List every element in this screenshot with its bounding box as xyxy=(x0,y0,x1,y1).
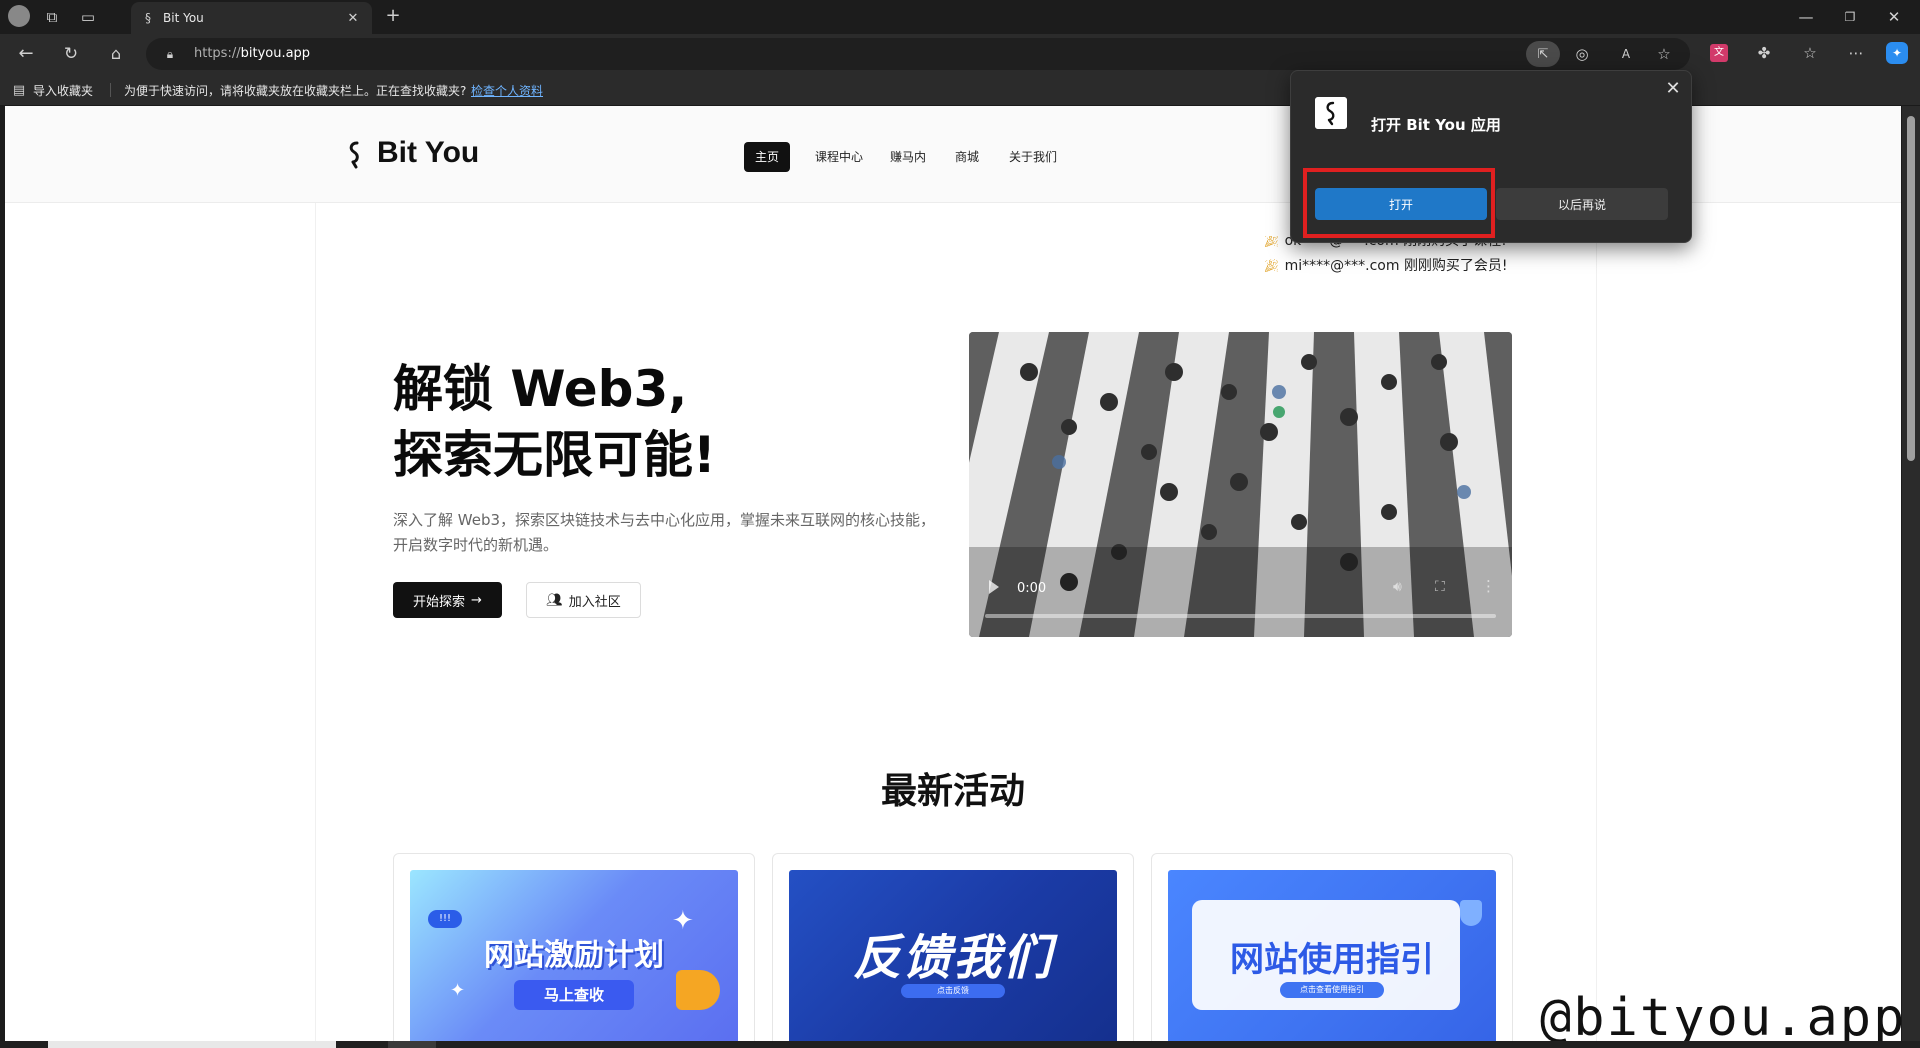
check-profile-link[interactable]: 检查个人资料 xyxy=(471,82,543,99)
video-time: 0:00 xyxy=(1017,581,1047,596)
guide-banner[interactable]: 网站使用指引 点击查看使用指引 xyxy=(1168,870,1496,1041)
back-icon[interactable]: ← xyxy=(16,44,36,64)
chat-bubble-icon: !!! xyxy=(428,910,462,928)
users-icon: 👥︎ xyxy=(546,592,563,608)
lock-icon[interactable]: 🔒︎ xyxy=(162,46,178,62)
nav-courses[interactable]: 课程中心 xyxy=(804,142,874,172)
favorites-hint: 为便于快速访问，请将收藏夹放在收藏夹栏上。正在查找收藏夹? xyxy=(124,84,467,98)
vertical-tabs-icon[interactable]: ▭ xyxy=(78,7,98,27)
start-explore-button[interactable]: 开始探索 → xyxy=(393,582,502,618)
tab-bar: ⧉ ▭ § Bit You ✕ + — ❐ ✕ xyxy=(0,0,1920,34)
favorites-icon[interactable]: ☆ xyxy=(1800,43,1820,63)
card-title: 反馈我们 xyxy=(852,930,1053,986)
web-page: Bit You 主页 课程中心 赚马内 商城 关于我们 🎉︎ ok****@**… xyxy=(5,106,1901,1041)
new-tab-icon[interactable]: + xyxy=(383,6,403,26)
card-title: 网站使用指引 xyxy=(1230,940,1434,980)
party-popper-icon: 🎉︎ xyxy=(1263,259,1280,274)
ticker-text: mi****@***.com 刚刚购买了会员! xyxy=(1284,258,1508,274)
close-tab-icon[interactable]: ✕ xyxy=(345,10,361,26)
page-scrollbar[interactable] xyxy=(1902,106,1920,1041)
open-app-button[interactable]: 打开 xyxy=(1315,188,1487,220)
home-icon[interactable]: ⌂ xyxy=(106,44,126,64)
video-more-icon[interactable]: ⋮ xyxy=(1481,577,1496,595)
incentive-banner[interactable]: !!! 网站激励计划 马上查收 ✦ ✦ xyxy=(410,870,738,1041)
volume-icon[interactable]: 🔊︎ xyxy=(1393,579,1402,595)
card-cta: 马上查收 xyxy=(514,980,634,1010)
url-text[interactable]: https://bityou.app xyxy=(194,46,310,61)
crosswalk-video-frame xyxy=(969,332,1512,637)
activity-card[interactable]: 网站使用指引 点击查看使用指引 xyxy=(1151,853,1513,1041)
activity-card[interactable]: 反馈我们 点击反馈 xyxy=(772,853,1134,1041)
video-progress-bar[interactable] xyxy=(985,614,1496,618)
read-aloud-icon[interactable]: A xyxy=(1616,44,1636,64)
url-host: bityou.app xyxy=(240,46,311,61)
join-community-label: 加入社区 xyxy=(568,594,621,610)
scrollbar-thumb[interactable] xyxy=(1907,116,1915,461)
address-bar[interactable]: 🔒︎ https://bityou.app ⇱ ◎ A ☆ xyxy=(146,38,1690,70)
taskbar-item[interactable] xyxy=(388,1041,436,1048)
edge-sidebar-icon[interactable]: ◎ xyxy=(1572,44,1592,64)
restore-icon[interactable]: ❐ xyxy=(1840,7,1860,27)
shield-icon xyxy=(1460,900,1482,926)
close-window-icon[interactable]: ✕ xyxy=(1884,7,1904,27)
card-cta-label: 马上查收 xyxy=(543,986,604,1004)
arrow-right-icon: → xyxy=(471,592,482,608)
later-button[interactable]: 以后再说 xyxy=(1496,188,1668,220)
extensions-icon[interactable]: ✤ xyxy=(1754,43,1774,63)
card-title: 网站激励计划 xyxy=(484,938,664,973)
hero-video[interactable]: 0:00 🔊︎ ⛶ ⋮ xyxy=(969,332,1512,637)
hero-title-line1: 解锁 Web3, xyxy=(393,360,688,418)
hero-description: 深入了解 Web3，探索区块链技术与去中心化应用，掌握未来互联网的核心技能，开启… xyxy=(393,511,936,554)
section-title: 最新活动 xyxy=(880,771,1025,812)
card-cta-label: 点击查看使用指引 xyxy=(1300,985,1364,994)
ticker-item: 🎉︎ mi****@***.com 刚刚购买了会员! xyxy=(1263,255,1508,275)
refresh-icon[interactable]: ↻ xyxy=(61,44,81,64)
taskbar-item[interactable] xyxy=(48,1041,336,1048)
sparkle-icon: ✦ xyxy=(450,980,466,1001)
tab-bit-you[interactable]: § Bit You ✕ xyxy=(131,2,372,34)
nav-about[interactable]: 关于我们 xyxy=(998,142,1068,172)
fullscreen-icon[interactable]: ⛶ xyxy=(1435,579,1445,595)
card-cta: 点击查看使用指引 xyxy=(1280,982,1384,998)
party-popper-icon: 🎉︎ xyxy=(1263,236,1280,249)
minimize-icon[interactable]: — xyxy=(1796,7,1816,27)
site-favicon-icon: § xyxy=(145,11,151,25)
watermark: @bityou.app xyxy=(1540,988,1907,1048)
activity-card[interactable]: !!! 网站激励计划 马上查收 ✦ ✦ xyxy=(393,853,755,1041)
copilot-icon[interactable]: ✦ xyxy=(1886,42,1908,64)
taskbar xyxy=(0,1041,1920,1048)
navigation-bar: ← ↻ ⌂ 🔒︎ https://bityou.app ⇱ ◎ A ☆ 文 ✤ … xyxy=(0,34,1920,74)
nav-shop[interactable]: 商城 xyxy=(944,142,990,172)
profile-avatar-icon[interactable] xyxy=(8,5,30,27)
more-menu-icon[interactable]: ⋯ xyxy=(1846,43,1866,63)
tab-title: Bit You xyxy=(163,11,204,25)
import-favorites-button[interactable]: 导入收藏夹 xyxy=(33,82,93,99)
logo-text[interactable]: Bit You xyxy=(377,136,479,170)
play-icon[interactable] xyxy=(989,580,999,594)
join-community-button[interactable]: 👥︎ 加入社区 xyxy=(526,582,641,618)
hero-title-line2: 探索无限可能! xyxy=(393,426,716,484)
logo-icon[interactable] xyxy=(342,140,368,170)
sparkle-icon: ✦ xyxy=(672,906,694,936)
open-app-dialog: 打开 Bit You 应用 ✕ 打开 以后再说 xyxy=(1290,70,1692,243)
card-cta: 点击反馈 xyxy=(901,984,1005,998)
nav-home[interactable]: 主页 xyxy=(744,142,791,172)
translate-extension-icon[interactable]: 文 xyxy=(1710,44,1728,62)
import-favorites-icon: ▤ xyxy=(12,82,26,98)
megaphone-icon xyxy=(676,970,720,1010)
url-prefix: https:// xyxy=(194,46,241,61)
start-explore-label: 开始探索 xyxy=(413,594,466,610)
collections-icon[interactable]: ⧉ xyxy=(42,7,62,27)
app-logo-icon xyxy=(1315,97,1347,129)
add-favorite-icon[interactable]: ☆ xyxy=(1654,44,1674,64)
open-in-app-icon[interactable]: ⇱ xyxy=(1526,41,1560,67)
favorites-divider xyxy=(110,83,111,97)
dialog-title: 打开 Bit You 应用 xyxy=(1371,116,1501,134)
hero-title: 解锁 Web3, 探索无限可能! xyxy=(393,356,716,488)
nav-earn[interactable]: 赚马内 xyxy=(879,142,937,172)
card-cta-label: 点击反馈 xyxy=(937,986,969,995)
close-icon[interactable]: ✕ xyxy=(1661,77,1685,101)
feedback-banner[interactable]: 反馈我们 点击反馈 xyxy=(789,870,1117,1041)
